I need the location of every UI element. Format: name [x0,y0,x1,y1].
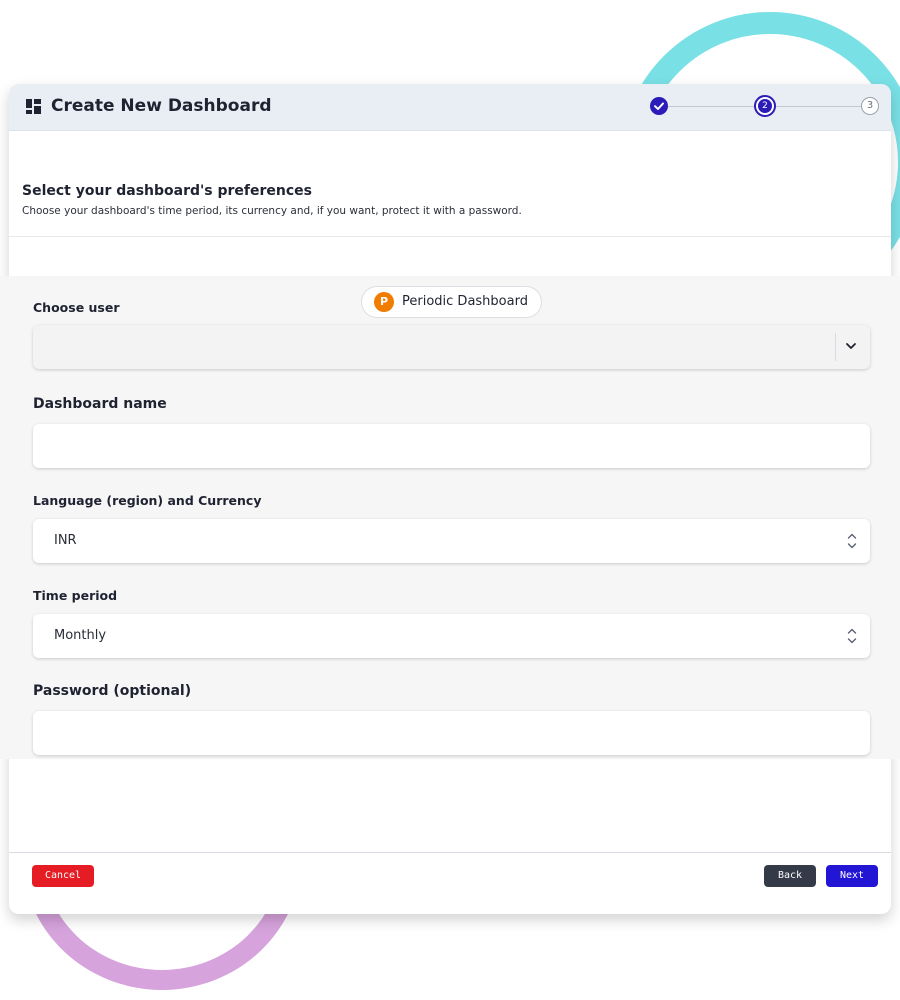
dashboard-grid-icon [26,99,41,114]
language-currency-value: INR [54,533,77,548]
dashboard-type-badge: P Periodic Dashboard [361,286,542,318]
cancel-button[interactable]: Cancel [32,865,94,887]
section-description: Choose your dashboard's time period, its… [22,205,522,217]
time-period-label: Time period [33,588,118,603]
back-button[interactable]: Back [764,865,816,887]
select-divider [835,333,836,361]
modal-header: Create New Dashboard 2 3 [9,84,891,131]
password-label: Password (optional) [33,683,192,699]
choose-user-label: Choose user [33,300,120,315]
language-currency-select[interactable]: INR [33,519,870,563]
modal-title: Create New Dashboard [51,96,272,116]
section-heading: Select your dashboard's preferences [22,183,313,199]
up-down-chevron-icon [847,533,857,549]
chevron-down-icon[interactable] [844,339,858,353]
up-down-chevron-icon [847,628,857,644]
stepper-step-2-active[interactable]: 2 [754,95,776,117]
footer-divider [9,852,891,853]
choose-user-select[interactable] [33,325,870,369]
language-currency-label: Language (region) and Currency [33,493,262,508]
stepper-connector-1 [668,106,754,107]
stepper-connector-2 [776,106,861,107]
stepper-step-2-number: 2 [758,99,772,113]
stepper-step-3-pending[interactable]: 3 [861,97,879,115]
checkmark-icon [654,102,664,110]
section-divider [9,236,891,237]
dashboard-name-label: Dashboard name [33,396,167,412]
page: Create New Dashboard 2 3 Select your das… [0,0,900,1000]
dashboard-name-input[interactable] [33,424,870,468]
password-input[interactable] [33,711,870,755]
time-period-select[interactable]: Monthly [33,614,870,658]
stepper-step-1-completed[interactable] [650,97,668,115]
badge-label: Periodic Dashboard [402,294,528,309]
next-button[interactable]: Next [826,865,878,887]
time-period-value: Monthly [54,628,107,643]
badge-letter-icon: P [374,292,394,312]
